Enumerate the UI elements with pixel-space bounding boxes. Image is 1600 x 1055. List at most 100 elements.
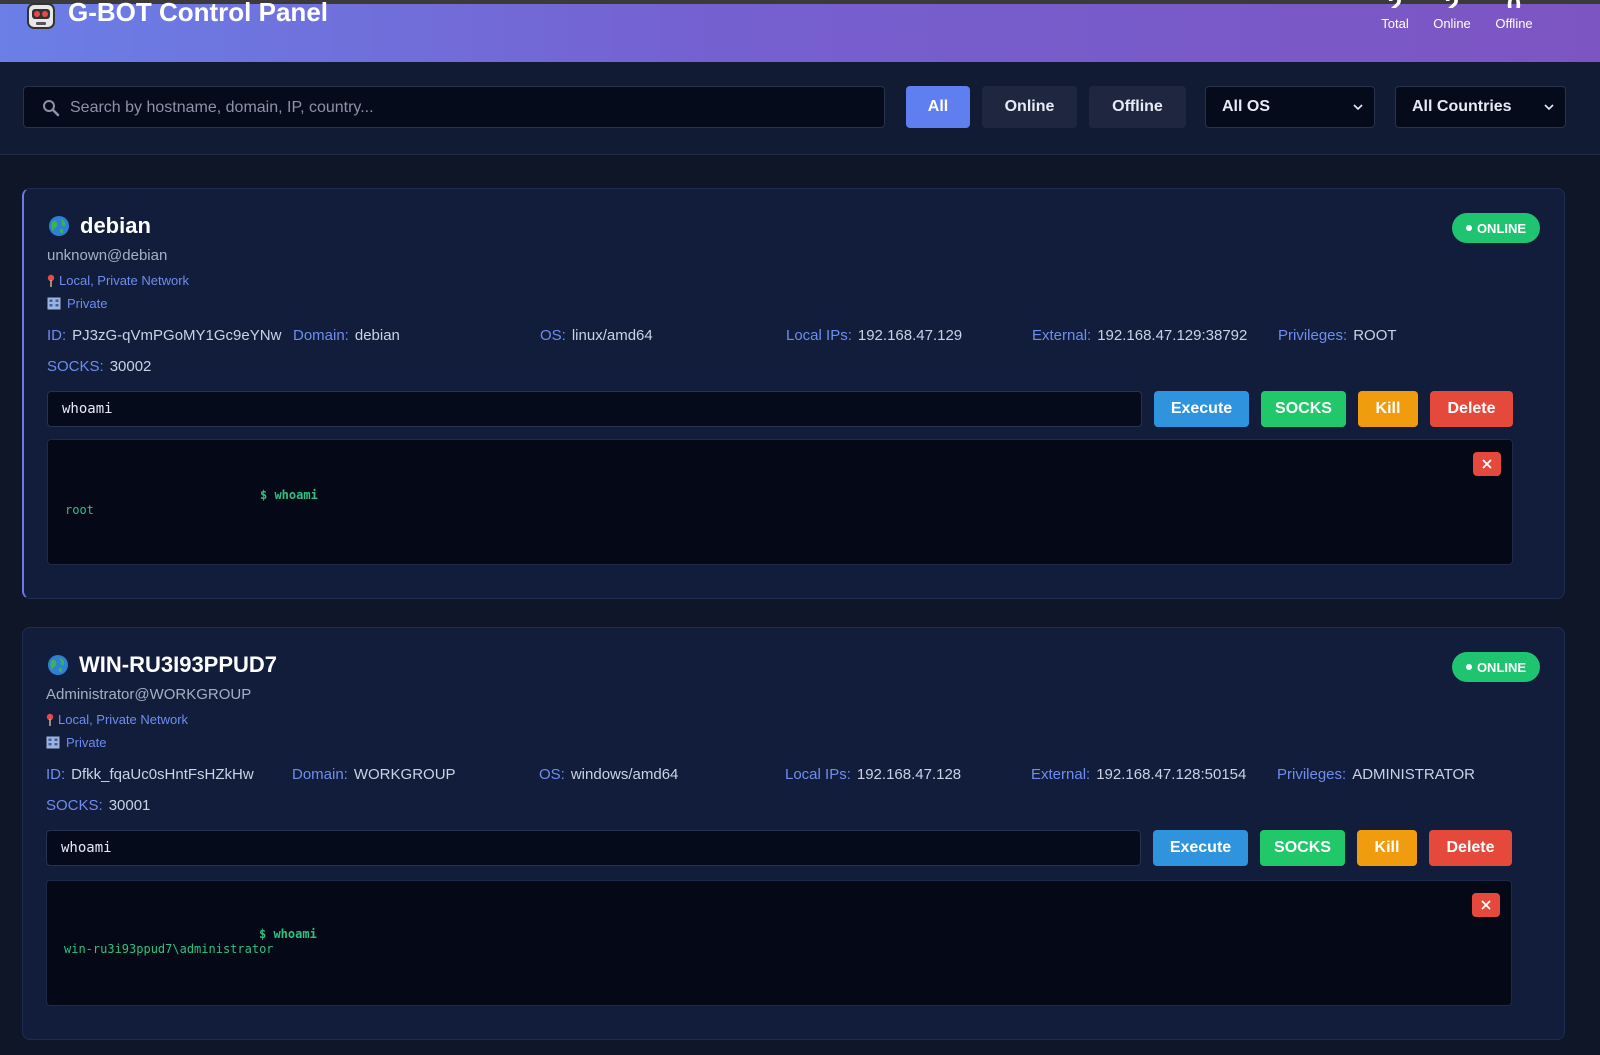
- field-id-value: Dfkk_fqaUc0sHntFsHZkHw: [71, 766, 254, 783]
- field-os-label: OS:: [540, 327, 566, 344]
- search-input[interactable]: [68, 87, 872, 129]
- bot-location: Local, Private Network: [46, 712, 188, 727]
- status-badge: ONLINE: [1452, 652, 1540, 682]
- field-socks: SOCKS: 30002: [47, 358, 151, 375]
- field-external-label: External:: [1032, 327, 1092, 344]
- command-input[interactable]: [47, 831, 1140, 865]
- field-external: External: 192.168.47.128:50154: [1031, 766, 1246, 783]
- kill-button[interactable]: Kill: [1357, 830, 1417, 866]
- close-output-button[interactable]: [1473, 452, 1501, 476]
- field-privileges: Privileges: ADMINISTRATOR: [1277, 766, 1475, 783]
- bot-network-text: Private: [66, 735, 107, 750]
- bot-location-text: Local, Private Network: [59, 273, 190, 288]
- search-box[interactable]: [23, 86, 885, 129]
- field-id: ID: Dfkk_fqaUc0sHntFsHZkHw: [46, 766, 254, 783]
- field-domain-value: debian: [354, 327, 400, 344]
- command-box[interactable]: [46, 830, 1141, 866]
- kill-button[interactable]: Kill: [1358, 391, 1418, 427]
- bot-network: Private: [47, 296, 107, 311]
- stat-offline-value: 0: [1479, 0, 1549, 8]
- field-local-ips: Local IPs: 192.168.47.129: [786, 327, 962, 344]
- field-privileges-label: Privileges:: [1278, 327, 1348, 344]
- country-select[interactable]: All Countries: [1395, 86, 1566, 128]
- field-domain-value: WORKGROUP: [353, 766, 456, 783]
- field-domain: Domain: WORKGROUP: [292, 766, 456, 783]
- bot-card: debian ONLINE unknown@debian Local, Priv…: [22, 188, 1565, 599]
- field-local-ips: Local IPs: 192.168.47.128: [785, 766, 961, 783]
- field-external-value: 192.168.47.129:38792: [1097, 327, 1248, 344]
- status-dot-icon: [1465, 664, 1472, 670]
- field-socks-label: SOCKS:: [47, 358, 104, 375]
- field-socks-label: SOCKS:: [46, 797, 103, 814]
- command-box[interactable]: [47, 391, 1142, 427]
- app-header: G-BOT Control Panel 2 Total 2 Online 0 O…: [0, 0, 1600, 62]
- status-dot-icon: [1465, 225, 1472, 231]
- building-icon: [47, 297, 61, 310]
- os-select[interactable]: All OS: [1205, 86, 1375, 128]
- country-select-value: All Countries: [1412, 98, 1512, 115]
- field-id: ID: PJ3zG-qVmPGoMY1Gc9eYNw: [47, 327, 281, 344]
- terminal-result: root: [65, 503, 94, 517]
- field-local-ips-label: Local IPs:: [786, 327, 852, 344]
- status-text: ONLINE: [1476, 220, 1527, 236]
- filter-all-button[interactable]: All: [906, 86, 970, 128]
- terminal-output: $ whoami root: [47, 439, 1513, 565]
- delete-button[interactable]: Delete: [1430, 391, 1513, 427]
- field-local-ips-value: 192.168.47.128: [856, 766, 962, 783]
- bot-location: Local, Private Network: [47, 273, 189, 288]
- field-external-label: External:: [1031, 766, 1091, 783]
- field-socks-value: 30002: [109, 358, 152, 375]
- terminal-prompt: $ whoami: [259, 927, 317, 941]
- stat-online-label: Online: [1433, 16, 1471, 31]
- search-icon: [43, 100, 60, 117]
- socks-button[interactable]: SOCKS: [1261, 391, 1346, 427]
- close-icon: [1482, 459, 1492, 469]
- field-privileges-value: ROOT: [1353, 327, 1397, 344]
- field-privileges-value: ADMINISTRATOR: [1352, 766, 1475, 783]
- terminal-result: win-ru3i93ppud7\administrator: [64, 942, 274, 956]
- field-os-value: linux/amd64: [571, 327, 653, 344]
- close-icon: [1481, 900, 1491, 910]
- command-input[interactable]: [48, 392, 1141, 426]
- terminal-prompt: $ whoami: [260, 488, 318, 502]
- building-icon: [46, 736, 60, 749]
- field-os: OS: linux/amd64: [540, 327, 653, 344]
- field-external: External: 192.168.47.129:38792: [1032, 327, 1247, 344]
- field-os-value: windows/amd64: [570, 766, 679, 783]
- globe-icon: [49, 216, 69, 236]
- field-os-label: OS:: [539, 766, 565, 783]
- stat-online: 2 Online: [1417, 0, 1487, 31]
- field-socks: SOCKS: 30001: [46, 797, 150, 814]
- filter-offline-button[interactable]: Offline: [1089, 86, 1186, 128]
- bot-hostname: WIN-RU3I93PPUD7: [79, 652, 278, 677]
- field-id-label: ID:: [47, 327, 67, 344]
- field-local-ips-label: Local IPs:: [785, 766, 851, 783]
- chevron-down-icon: [1544, 104, 1554, 111]
- filter-bar: All Online Offline All OS All Countries: [0, 62, 1600, 155]
- os-select-value: All OS: [1222, 98, 1271, 115]
- pin-icon: [47, 274, 55, 287]
- field-domain-label: Domain:: [293, 327, 349, 344]
- bot-location-text: Local, Private Network: [58, 712, 189, 727]
- close-output-button[interactable]: [1472, 893, 1500, 917]
- stat-online-value: 2: [1417, 0, 1487, 8]
- status-badge: ONLINE: [1452, 213, 1540, 243]
- pin-icon: [46, 713, 54, 726]
- socks-button[interactable]: SOCKS: [1260, 830, 1345, 866]
- field-domain: Domain: debian: [293, 327, 400, 344]
- field-id-value: PJ3zG-qVmPGoMY1Gc9eYNw: [72, 327, 282, 344]
- execute-button[interactable]: Execute: [1153, 830, 1248, 866]
- filter-online-button[interactable]: Online: [982, 86, 1077, 128]
- terminal-output: $ whoami win-ru3i93ppud7\administrator: [46, 880, 1512, 1006]
- field-local-ips-value: 192.168.47.129: [857, 327, 963, 344]
- field-privileges-label: Privileges:: [1277, 766, 1347, 783]
- field-domain-label: Domain:: [292, 766, 348, 783]
- bot-hostname: debian: [80, 213, 151, 238]
- field-socks-value: 30001: [108, 797, 151, 814]
- delete-button[interactable]: Delete: [1429, 830, 1512, 866]
- field-id-label: ID:: [46, 766, 66, 783]
- status-text: ONLINE: [1476, 659, 1527, 675]
- bot-network-text: Private: [67, 296, 108, 311]
- execute-button[interactable]: Execute: [1154, 391, 1249, 427]
- bot-user: unknown@debian: [47, 247, 168, 264]
